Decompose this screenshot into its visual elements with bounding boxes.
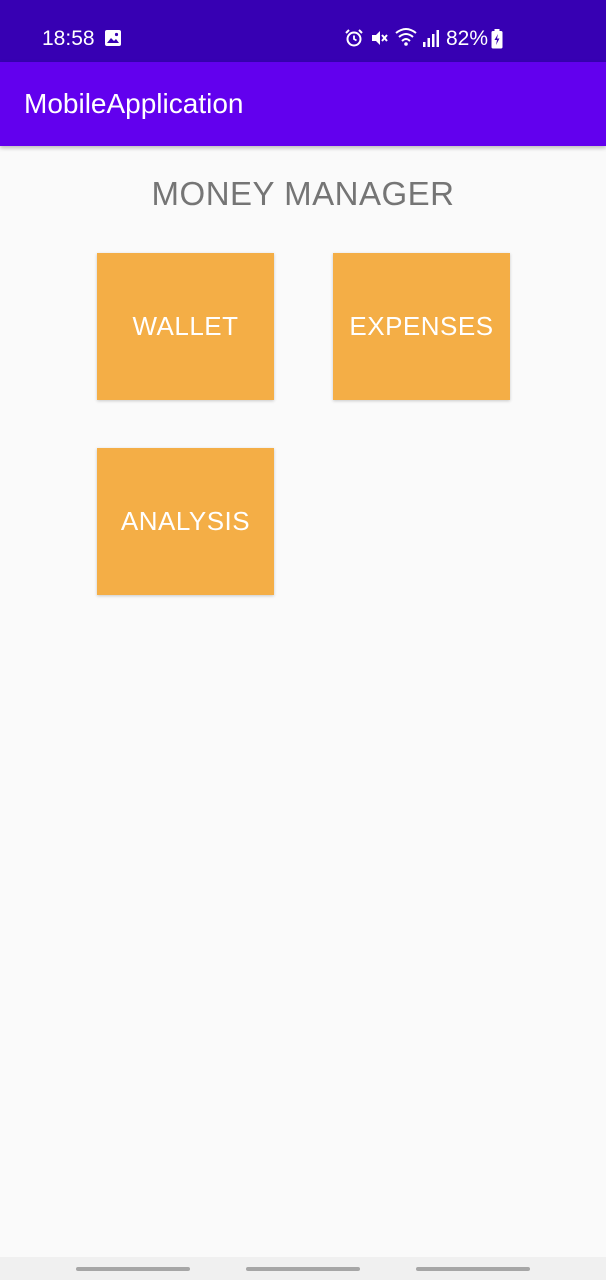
page-title: MONEY MANAGER <box>151 175 455 212</box>
status-bar: 18:58 82% <box>0 0 606 62</box>
app-title: MobileApplication <box>24 88 244 119</box>
gallery-icon <box>104 29 122 47</box>
nav-back-handle[interactable] <box>416 1267 530 1271</box>
analysis-button[interactable]: ANALYSIS <box>97 448 274 595</box>
battery-percent: 82% <box>446 27 489 50</box>
alarm-icon <box>344 28 364 53</box>
expenses-button-label: EXPENSES <box>349 311 494 341</box>
wallet-button[interactable]: WALLET <box>97 253 274 400</box>
expenses-button[interactable]: EXPENSES <box>333 253 510 400</box>
mute-icon <box>369 28 389 53</box>
wallet-button-label: WALLET <box>132 311 239 341</box>
app-bar: MobileApplication <box>0 62 606 146</box>
gesture-nav-bar <box>0 1257 606 1280</box>
battery-charging-icon <box>491 29 503 49</box>
analysis-button-label: ANALYSIS <box>120 506 251 536</box>
status-time: 18:58 <box>42 27 95 50</box>
nav-home-handle[interactable] <box>246 1267 360 1271</box>
signal-icon <box>422 28 440 53</box>
wifi-icon <box>395 27 417 52</box>
nav-recents-handle[interactable] <box>76 1267 190 1271</box>
